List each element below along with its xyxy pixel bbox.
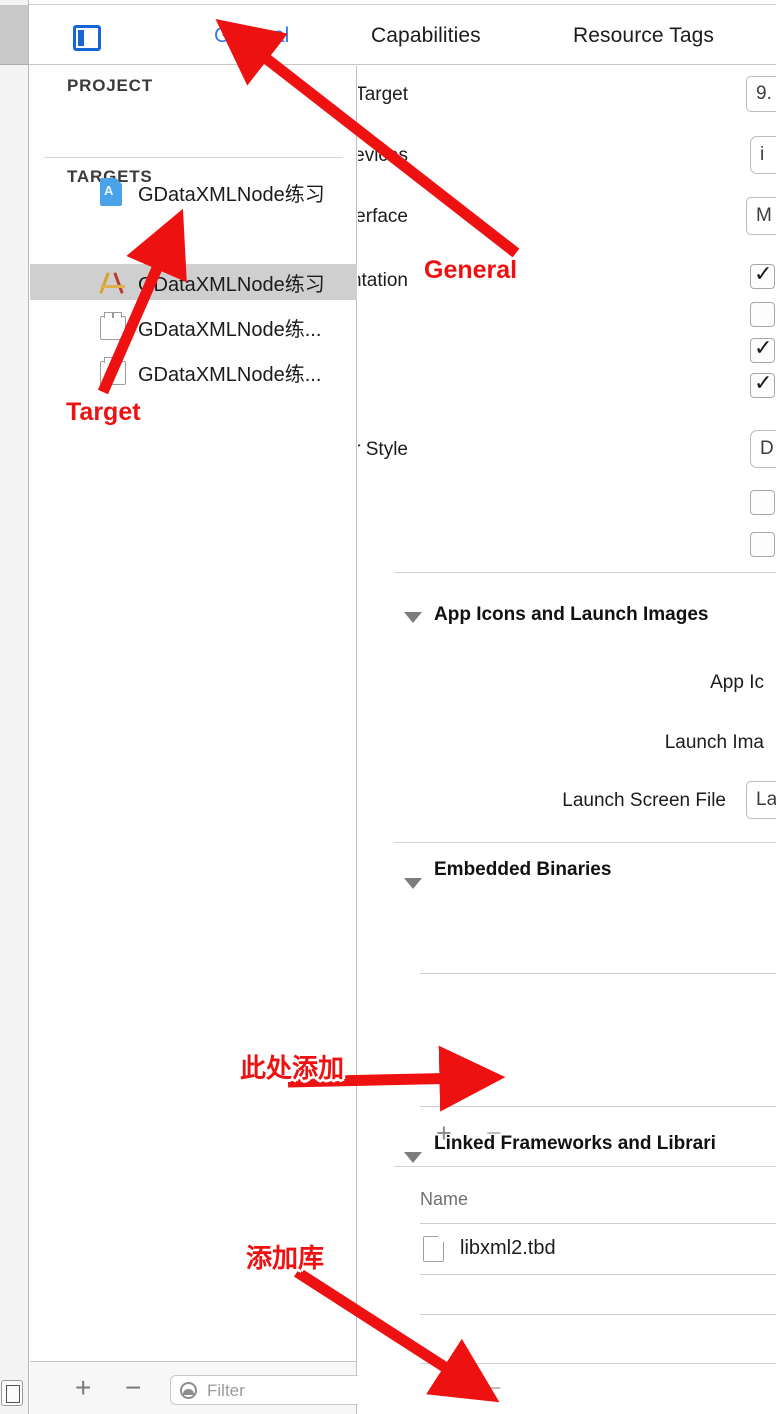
filter-circle-icon (180, 1382, 197, 1399)
test-bundle-icon (100, 357, 130, 387)
chevron-down-icon[interactable] (404, 1152, 422, 1163)
orientation-checkbox-portrait[interactable] (750, 261, 775, 289)
navigator-row-label: GDataXMLNode练... (138, 318, 322, 341)
remove-target-button[interactable]: − (125, 1374, 141, 1402)
section-divider-embedded-binaries (394, 842, 776, 843)
label-launch-images-source: Launch Ima (664, 732, 764, 753)
section-title-embedded-binaries: Embedded Binaries (434, 859, 612, 880)
navigator-divider (44, 157, 343, 158)
chevron-down-icon[interactable] (404, 612, 422, 623)
test-bundle-icon (100, 312, 130, 342)
section-divider-app-icons (394, 572, 776, 573)
left-edge-strip-highlight (0, 5, 28, 65)
status-bar-checkbox-hide[interactable] (750, 490, 775, 515)
column-header-name: Name (420, 1189, 469, 1209)
filter-placeholder: Filter (207, 1381, 245, 1400)
tab-capabilities[interactable]: Capabilities (371, 24, 481, 48)
main-interface-field[interactable]: M (746, 197, 776, 235)
annotation-target: Target (66, 398, 141, 426)
add-framework-button[interactable]: + (436, 1375, 452, 1402)
orientation-checkbox-landscape-left[interactable] (750, 335, 775, 363)
devices-popup[interactable]: i (750, 136, 776, 174)
section-divider-linked-frameworks (394, 1166, 776, 1167)
status-bar-checkbox-requires-fullscreen[interactable] (750, 532, 775, 557)
file-icon (423, 1236, 444, 1262)
annotation-add-here: 此处添加 (240, 1053, 345, 1083)
navigator-row-label: GDataXMLNode练... (138, 363, 322, 386)
navigator-row-label: GDataXMLNode练习 (138, 183, 325, 206)
app-target-icon (99, 267, 130, 297)
section-title-app-icons: App Icons and Launch Images (434, 604, 709, 625)
navigator-row-target-app[interactable]: GDataXMLNode练习 (30, 264, 357, 300)
project-document-icon (100, 177, 130, 207)
orientation-checkbox-landscape-right[interactable] (750, 370, 775, 398)
remove-framework-button[interactable]: − (486, 1375, 502, 1402)
embedded-binaries-list-bottom-rule (420, 1106, 776, 1107)
label-devices: Devices (358, 145, 408, 166)
project-navigator-pane: PROJECT TARGETS GDataXMLNode练习 GDataXMLN… (30, 66, 357, 1361)
annotation-add-library: 添加库 (246, 1243, 325, 1273)
deployment-target-field[interactable]: 9. (746, 76, 776, 112)
orientation-checkbox-upside-down[interactable] (750, 302, 775, 327)
xcode-project-editor-window: General Capabilities Resource Tags PROJE… (0, 0, 776, 1414)
frameworks-list-rule-2 (420, 1314, 776, 1315)
add-target-button[interactable]: + (75, 1374, 91, 1402)
status-bar-style-popup[interactable]: D (750, 430, 776, 468)
tab-general[interactable]: General (214, 24, 289, 48)
label-deployment-target: Deployment Target (358, 84, 408, 105)
chevron-down-icon[interactable] (404, 878, 422, 889)
navigator-panel-toggle-icon[interactable] (1, 1380, 23, 1406)
launch-screen-file-field[interactable]: La (746, 781, 776, 819)
label-launch-screen-file: Launch Screen File (562, 790, 726, 811)
label-device-orientation: Device Orientation (358, 270, 408, 291)
frameworks-list-top-rule (420, 1223, 776, 1224)
filter-input[interactable]: Filter (170, 1375, 375, 1405)
editor-tab-bar: General Capabilities Resource Tags (29, 5, 776, 65)
embedded-binaries-list-top-rule (420, 973, 776, 974)
frameworks-list-row-rule (420, 1274, 776, 1275)
sidebar-toggle-icon[interactable] (73, 25, 101, 51)
section-title-linked-frameworks: Linked Frameworks and Librari (434, 1133, 716, 1154)
general-settings-pane: Deployment Target 9. Devices i Main Inte… (358, 66, 776, 1414)
project-group-header: PROJECT (67, 76, 153, 95)
label-main-interface: Main Interface (358, 206, 408, 227)
framework-item-name[interactable]: libxml2.tbd (460, 1237, 556, 1260)
left-edge-strip (0, 0, 29, 1414)
annotation-general: General (424, 256, 518, 284)
label-status-bar-style: Status Bar Style (358, 439, 408, 460)
tab-resource-tags[interactable]: Resource Tags (573, 24, 714, 48)
frameworks-list-bottom-rule (420, 1363, 776, 1364)
navigator-bottom-bar: + − Filter (30, 1361, 375, 1414)
navigator-row-project[interactable]: GDataXMLNode练习 (30, 174, 357, 210)
navigator-row-target-tests[interactable]: GDataXMLNode练... (30, 309, 357, 345)
navigator-row-label: GDataXMLNode练习 (138, 273, 325, 296)
label-app-icons-source: App Ic (710, 672, 764, 693)
navigator-row-target-uitests[interactable]: GDataXMLNode练... (30, 354, 357, 390)
